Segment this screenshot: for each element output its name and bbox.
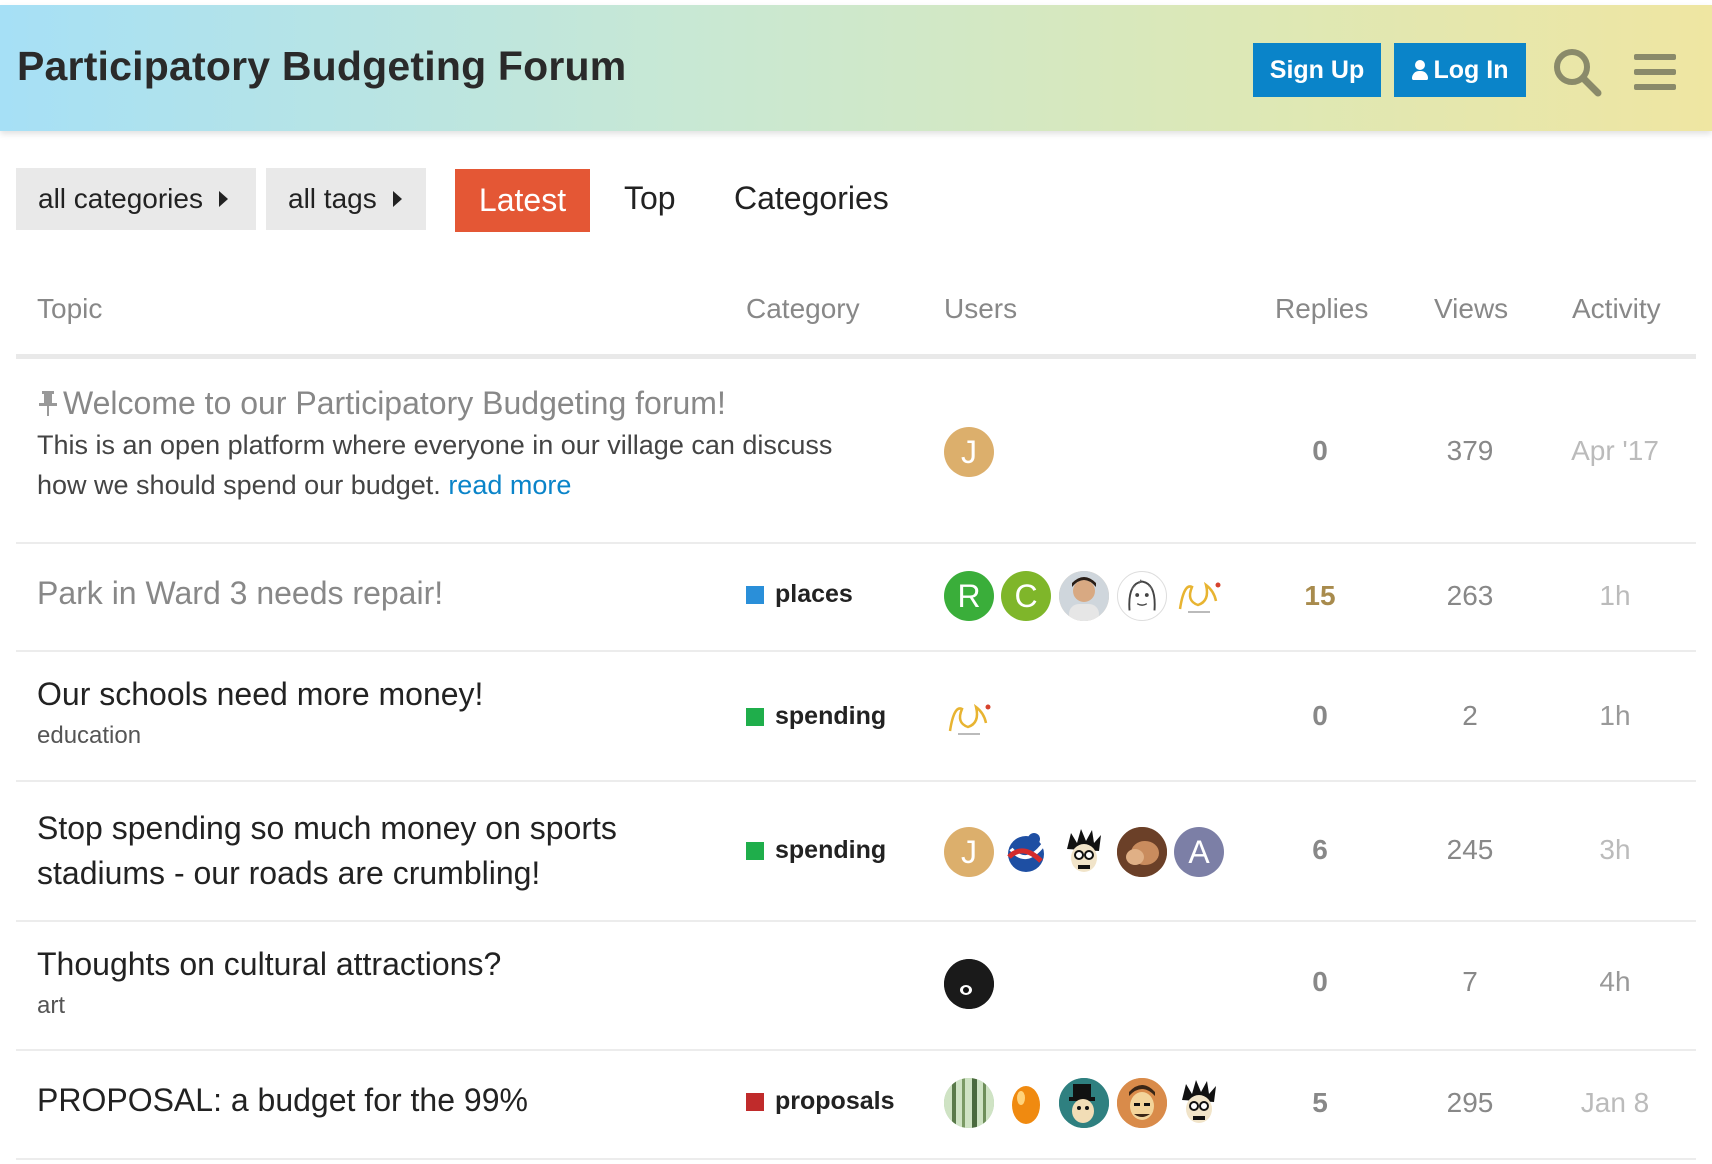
category-color-square	[746, 585, 764, 604]
reply-count[interactable]: 15	[1260, 580, 1380, 612]
log-in-button[interactable]: Log In	[1394, 43, 1526, 97]
column-header-category: Category	[746, 293, 860, 324]
user-avatar[interactable]: R	[944, 571, 994, 621]
view-count: 245	[1446, 834, 1494, 865]
category-badge[interactable]: spending	[746, 836, 886, 865]
category-color-square	[746, 841, 764, 860]
topic-excerpt: This is an open platform where everyone …	[37, 425, 887, 505]
category-color-square	[746, 1092, 764, 1111]
category-filter-dropdown[interactable]: all categories	[16, 168, 256, 230]
topic-title-link[interactable]: Park in Ward 3 needs repair!	[37, 575, 443, 612]
tab-categories[interactable]: Categories	[734, 180, 889, 217]
chamfer-logo-avatar[interactable]	[1174, 571, 1224, 621]
row-divider	[16, 780, 1696, 782]
caret-right-icon	[218, 191, 228, 207]
topic-title-link[interactable]: Stop spending so much money on sports st…	[37, 806, 677, 896]
user-avatar[interactable]: J	[944, 427, 994, 477]
category-color-square	[746, 707, 764, 726]
forest-photo-avatar[interactable]	[944, 1078, 994, 1128]
read-more-link[interactable]: read more	[448, 470, 571, 500]
cartoon-man-avatar[interactable]	[1117, 1078, 1167, 1128]
topic-title-link[interactable]: Thoughts on cultural attractions?	[37, 946, 501, 983]
user-avatar[interactable]: C	[1001, 571, 1051, 621]
reply-count[interactable]: 0	[1260, 700, 1380, 732]
reply-count[interactable]: 6	[1260, 834, 1380, 866]
view-count: 295	[1446, 1087, 1494, 1118]
topic-title-link[interactable]: Our schools need more money!	[37, 676, 483, 713]
activity-time[interactable]: Jan 8	[1555, 1087, 1675, 1119]
column-header-views[interactable]: Views	[1434, 293, 1508, 325]
chamfer-logo-avatar[interactable]	[944, 693, 994, 743]
table-row: PROPOSAL: a budget for the 99% proposals…	[0, 1078, 1712, 1142]
sketch-portrait-avatar[interactable]	[1117, 571, 1167, 621]
user-avatar[interactable]: J	[944, 827, 994, 877]
hamburger-menu-icon[interactable]	[1632, 52, 1678, 92]
table-row: Our schools need more money! education s…	[0, 676, 1712, 776]
topic-tag[interactable]: art	[37, 992, 65, 1020]
view-count: 379	[1446, 435, 1494, 466]
cartoon-face-avatar[interactable]	[1174, 1078, 1224, 1128]
site-header: Participatory Budgeting Forum Sign Up Lo…	[0, 5, 1712, 131]
column-header-users: Users	[944, 293, 1018, 324]
reply-count[interactable]: 5	[1260, 1087, 1380, 1119]
category-badge[interactable]: proposals	[746, 1087, 894, 1116]
category-badge[interactable]: places	[746, 580, 853, 609]
tag-filter-dropdown[interactable]: all tags	[266, 168, 426, 230]
view-count: 2	[1462, 700, 1478, 731]
reply-count[interactable]: 0	[1260, 966, 1380, 998]
excerpt-text: This is an open platform where everyone …	[37, 430, 833, 500]
tag-filter-label: all tags	[288, 183, 377, 214]
caret-right-icon	[392, 191, 402, 207]
category-name: spending	[775, 702, 887, 730]
golden-egg-avatar[interactable]	[1001, 1078, 1051, 1128]
activity-time[interactable]: 1h	[1555, 700, 1675, 732]
table-row: Park in Ward 3 needs repair! places R C …	[0, 571, 1712, 631]
column-header-replies[interactable]: Replies	[1275, 293, 1368, 325]
reply-count[interactable]: 0	[1260, 435, 1380, 467]
activity-time[interactable]: 4h	[1555, 966, 1675, 998]
row-divider	[16, 542, 1696, 544]
table-header-divider	[16, 354, 1696, 359]
topic-title-link[interactable]: Welcome to our Participatory Budgeting f…	[37, 385, 726, 422]
row-divider	[16, 650, 1696, 652]
view-count: 263	[1446, 580, 1494, 611]
tab-top[interactable]: Top	[624, 180, 676, 217]
user-avatar[interactable]: A	[1174, 827, 1224, 877]
topic-tag[interactable]: education	[37, 722, 141, 750]
category-name: places	[775, 580, 853, 608]
globe-logo-avatar[interactable]	[1001, 827, 1051, 877]
row-divider	[16, 1158, 1696, 1160]
search-icon[interactable]	[1550, 45, 1604, 99]
log-in-label: Log In	[1433, 55, 1509, 84]
table-row: Stop spending so much money on sports st…	[0, 806, 1712, 918]
view-count: 7	[1462, 966, 1478, 997]
sign-up-button[interactable]: Sign Up	[1253, 43, 1381, 97]
column-header-activity[interactable]: Activity	[1572, 293, 1661, 325]
category-filter-label: all categories	[38, 183, 203, 214]
topic-title-text: Welcome to our Participatory Budgeting f…	[63, 385, 726, 421]
topic-title-link[interactable]: PROPOSAL: a budget for the 99%	[37, 1082, 528, 1119]
user-photo-avatar[interactable]	[1059, 571, 1109, 621]
table-row: Thoughts on cultural attractions? art 0 …	[0, 946, 1712, 1046]
cartoon-face-avatar[interactable]	[1059, 827, 1109, 877]
activity-time[interactable]: 3h	[1555, 834, 1675, 866]
category-name: spending	[775, 836, 887, 864]
activity-time[interactable]: 1h	[1555, 580, 1675, 612]
category-badge[interactable]: spending	[746, 702, 886, 731]
dark-eye-avatar[interactable]	[944, 959, 994, 1009]
category-name: proposals	[775, 1087, 895, 1115]
user-photo-avatar[interactable]	[1117, 827, 1167, 877]
pin-icon	[39, 391, 57, 416]
table-row: Welcome to our Participatory Budgeting f…	[0, 385, 1712, 545]
top-hat-avatar[interactable]	[1059, 1078, 1109, 1128]
tab-latest[interactable]: Latest	[455, 169, 590, 232]
activity-time[interactable]: Apr '17	[1555, 435, 1675, 467]
site-title[interactable]: Participatory Budgeting Forum	[17, 43, 626, 90]
user-icon	[1411, 60, 1428, 80]
row-divider	[16, 920, 1696, 922]
column-header-topic: Topic	[37, 293, 103, 324]
row-divider	[16, 1049, 1696, 1051]
